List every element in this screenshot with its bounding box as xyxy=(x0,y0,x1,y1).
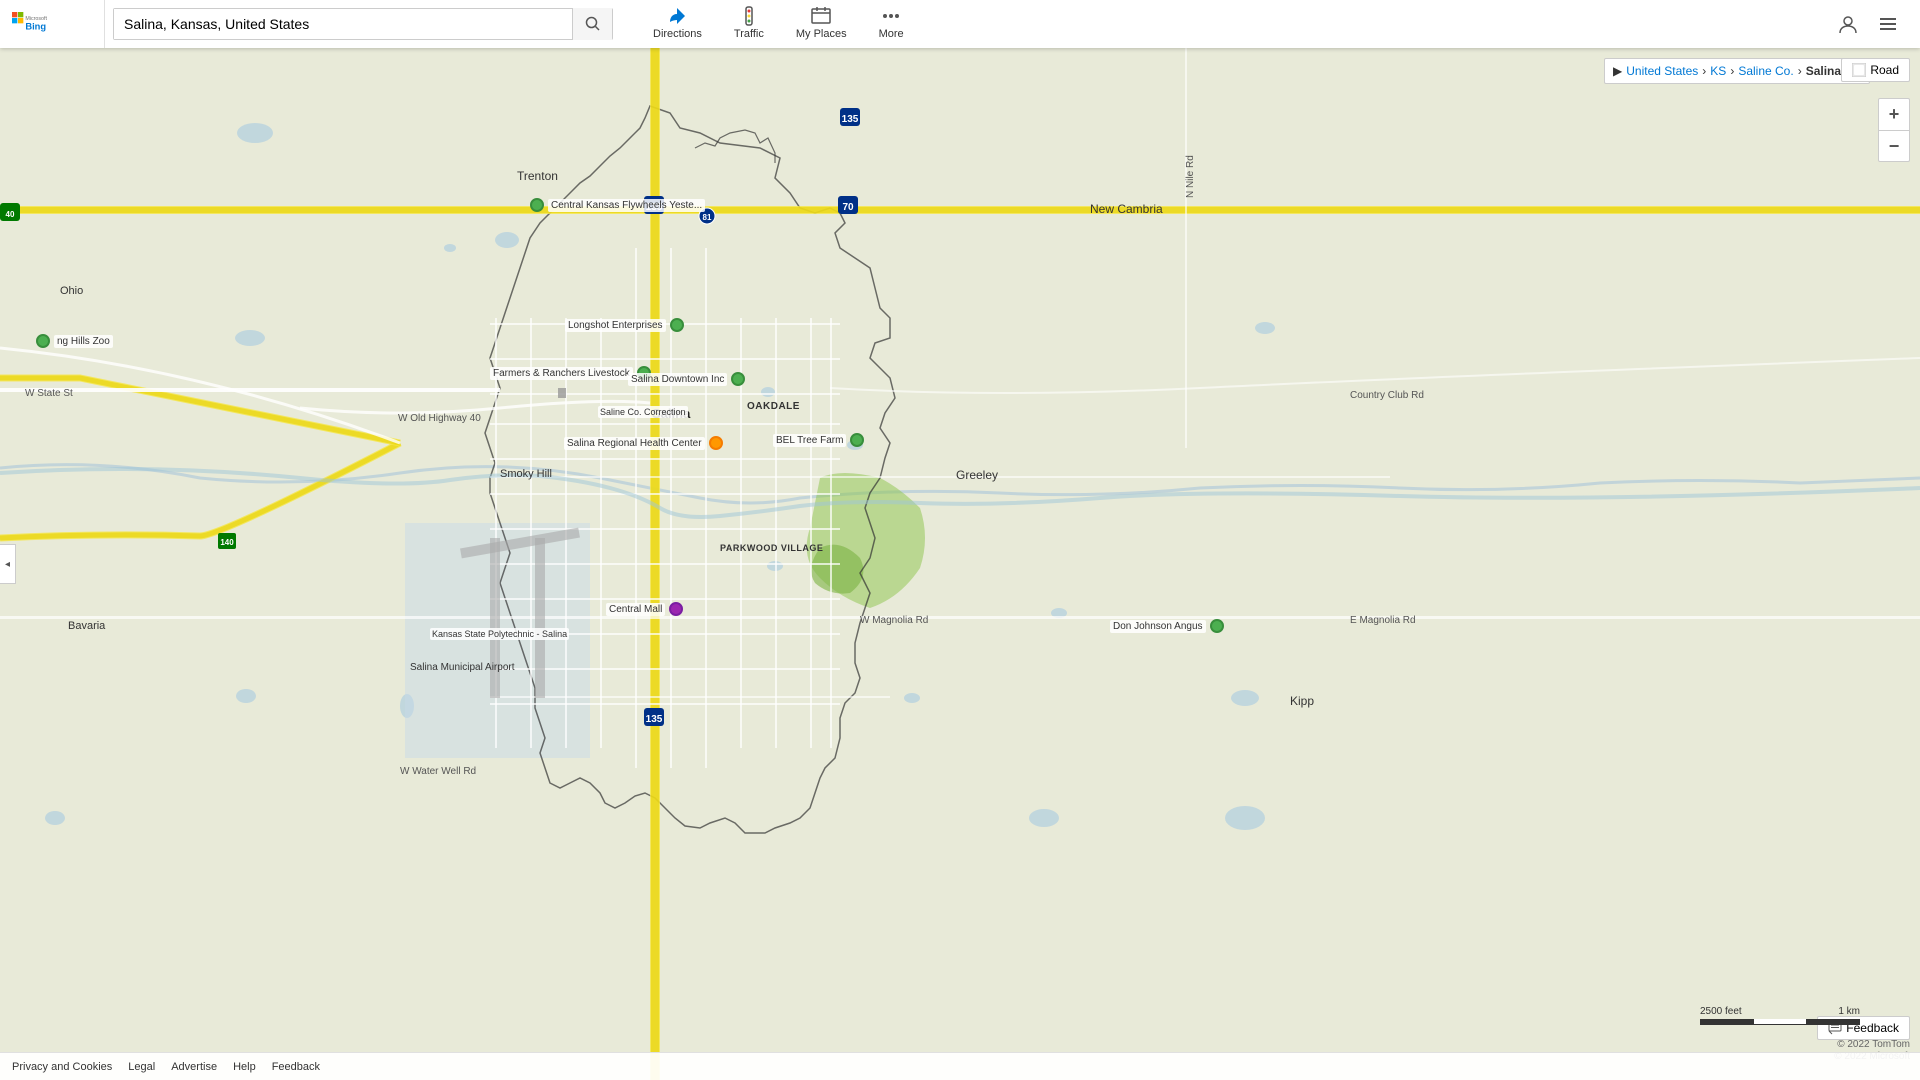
scale-label-left: 2500 feet xyxy=(1700,1006,1742,1017)
places-icon xyxy=(811,6,831,26)
traffic-icon xyxy=(739,6,759,26)
zoom-in-button[interactable]: + xyxy=(1878,98,1910,130)
header-right xyxy=(1828,4,1920,44)
road-icon xyxy=(1852,63,1866,77)
search-area xyxy=(113,8,613,40)
poi-icon-salina-regional xyxy=(709,436,723,450)
poi-kansas-state-poly[interactable]: Kansas State Polytechnic - Salina xyxy=(430,628,569,640)
scale-bar: 2500 feet 1 km xyxy=(1700,1006,1860,1025)
nav-directions[interactable]: Directions xyxy=(637,0,718,48)
poi-salina-downtown[interactable]: Salina Downtown Inc xyxy=(628,372,745,386)
footer-feedback[interactable]: Feedback xyxy=(272,1061,320,1073)
svg-text:81: 81 xyxy=(703,213,712,222)
svg-text:70: 70 xyxy=(842,202,854,213)
footer-legal[interactable]: Legal xyxy=(128,1061,155,1073)
nav-my-places[interactable]: My Places xyxy=(780,0,863,48)
nav-tools: Directions Traffic My Places xyxy=(637,0,920,48)
directions-icon xyxy=(667,6,687,26)
poi-farmers-ranchers[interactable]: Farmers & Ranchers Livestock xyxy=(490,366,651,380)
footer-advertise[interactable]: Advertise xyxy=(171,1061,217,1073)
menu-icon xyxy=(1878,14,1898,34)
poi-icon-salina-downtown xyxy=(731,372,745,386)
poi-icon-longshot-enterprises xyxy=(670,318,684,332)
copyright-tomtom: © 2022 TomTom xyxy=(1837,1039,1910,1050)
poi-icon-don-johnson-angus xyxy=(1210,619,1224,633)
logo-area: Microsoft Bing xyxy=(0,0,105,48)
scale-line xyxy=(1700,1019,1860,1025)
poi-icon-rolling-hills-zoo xyxy=(36,334,50,348)
svg-text:135: 135 xyxy=(842,114,859,125)
search-button[interactable] xyxy=(572,8,612,40)
map-container[interactable]: 70 135 135 40 81 140 135 xyxy=(0,48,1920,1080)
header: Microsoft Bing Directions xyxy=(0,0,1920,48)
poi-rolling-hills-zoo[interactable]: ng Hills Zoo xyxy=(36,334,113,348)
footer-privacy[interactable]: Privacy and Cookies xyxy=(12,1061,112,1073)
bing-logo: Microsoft Bing xyxy=(12,10,92,38)
poi-saline-correction[interactable]: Saline Co. Correction xyxy=(598,406,688,418)
zoom-controls: + − xyxy=(1878,98,1910,162)
breadcrumb-ks[interactable]: KS xyxy=(1710,64,1726,78)
breadcrumb-us[interactable]: United States xyxy=(1626,64,1698,78)
more-icon xyxy=(881,6,901,26)
svg-text:135: 135 xyxy=(646,714,663,725)
zoom-out-button[interactable]: − xyxy=(1878,130,1910,162)
menu-button[interactable] xyxy=(1868,4,1908,44)
breadcrumb-expand-icon[interactable]: ▶ xyxy=(1613,64,1622,78)
account-icon xyxy=(1838,14,1858,34)
poi-don-johnson-angus[interactable]: Don Johnson Angus xyxy=(1110,619,1224,633)
svg-text:Bing: Bing xyxy=(25,21,46,31)
road-button-label: Road xyxy=(1870,63,1899,77)
poi-bel-tree-farm[interactable]: BEL Tree Farm xyxy=(773,433,864,447)
poi-icon-bel-tree-farm xyxy=(850,433,864,447)
account-button[interactable] xyxy=(1828,4,1868,44)
poi-central-mall[interactable]: Central Mall xyxy=(606,602,683,616)
sidebar-collapse-button[interactable]: ◂ xyxy=(0,544,16,584)
svg-text:140: 140 xyxy=(220,538,234,547)
nav-traffic[interactable]: Traffic xyxy=(718,0,780,48)
search-icon xyxy=(585,16,601,32)
breadcrumb-saline[interactable]: Saline Co. xyxy=(1738,64,1793,78)
breadcrumb-salina: Salina xyxy=(1806,64,1841,78)
poi-central-kansas-flywheels[interactable]: Central Kansas Flywheels Yeste... xyxy=(530,198,705,212)
svg-text:40: 40 xyxy=(6,210,15,219)
map-background: 70 135 135 40 81 140 135 xyxy=(0,48,1920,1080)
search-input[interactable] xyxy=(114,9,572,39)
scale-label-right: 1 km xyxy=(1838,1006,1860,1017)
poi-icon-central-mall xyxy=(669,602,683,616)
nav-more[interactable]: More xyxy=(863,0,920,48)
footer-help[interactable]: Help xyxy=(233,1061,256,1073)
poi-salina-regional[interactable]: Salina Regional Health Center xyxy=(564,436,723,450)
poi-icon-central-kansas-flywheels xyxy=(530,198,544,212)
road-button[interactable]: Road xyxy=(1841,58,1910,82)
footer: Privacy and Cookies Legal Advertise Help… xyxy=(0,1052,1920,1080)
breadcrumb-bar: ▶ United States › KS › Saline Co. › Sali… xyxy=(1604,58,1870,84)
poi-longshot-enterprises[interactable]: Longshot Enterprises xyxy=(565,318,684,332)
